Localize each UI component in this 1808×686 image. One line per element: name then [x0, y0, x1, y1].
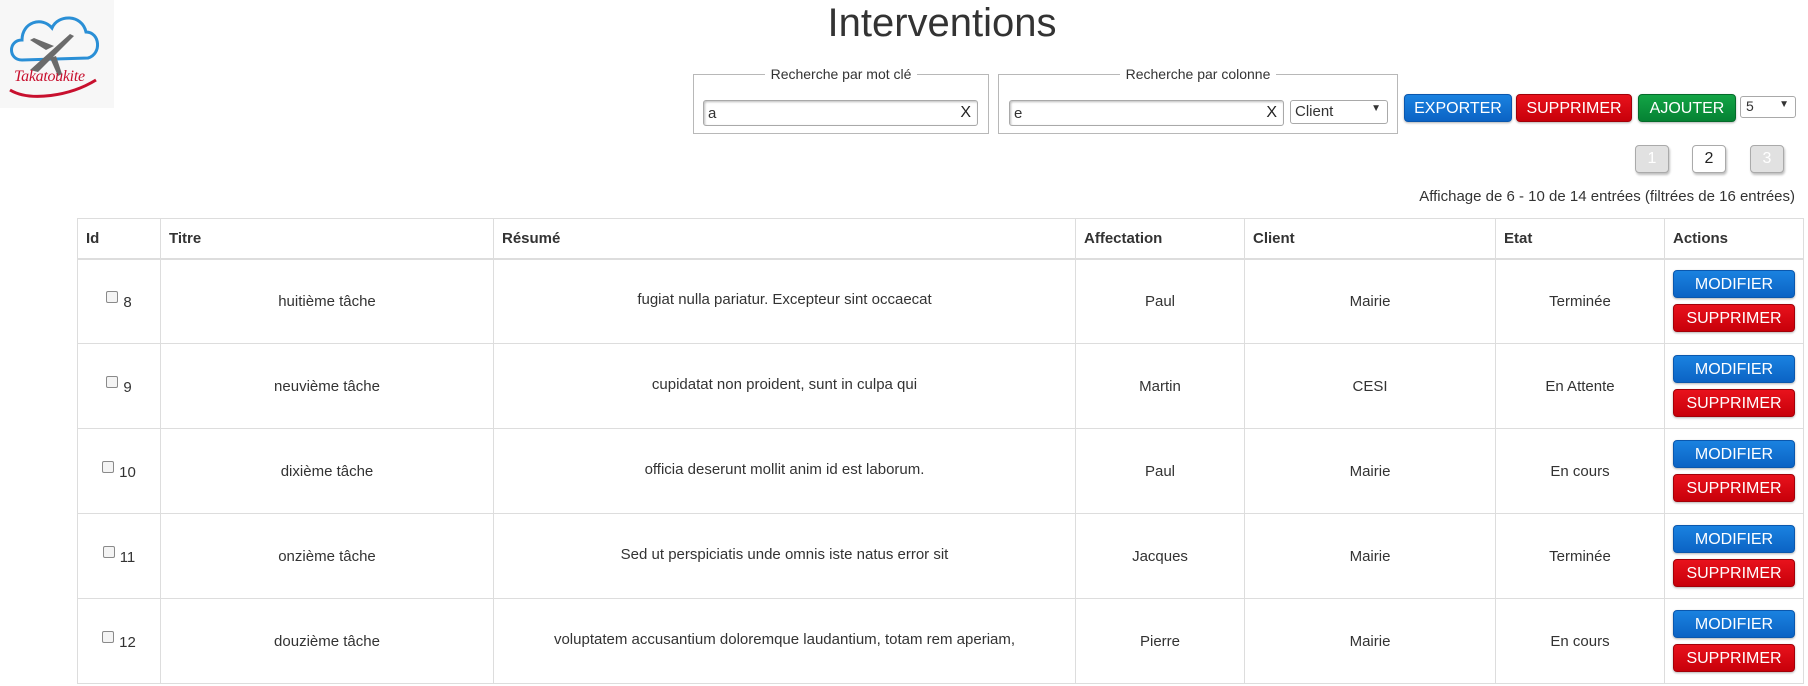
actions-cell: MODIFIER SUPPRIMER — [1664, 343, 1804, 429]
keyword-clear-button[interactable]: X — [960, 102, 971, 124]
brand-name: Takatoukite — [14, 68, 85, 85]
resume-cell: voluptatem accusantium doloremque laudan… — [493, 598, 1076, 684]
row-checkbox[interactable] — [102, 461, 115, 473]
client-cell: CESI — [1244, 343, 1496, 429]
etat-cell: En cours — [1495, 598, 1665, 684]
column-search-group: Recherche par colonne X Client ▼ — [998, 66, 1398, 134]
resume-cell: Sed ut perspiciatis unde omnis iste natu… — [493, 513, 1076, 599]
keyword-search-input[interactable] — [704, 101, 934, 125]
affectation-cell: Paul — [1075, 258, 1245, 344]
column-header-actions: Actions — [1664, 218, 1804, 260]
modify-button[interactable]: MODIFIER — [1673, 355, 1795, 383]
titre-cell: onzième tâche — [160, 513, 494, 599]
chevron-down-icon: ▼ — [1779, 99, 1789, 110]
table-row: 8 huitième tâche fugiat nulla pariatur. … — [77, 258, 1804, 344]
column-clear-button[interactable]: X — [1266, 102, 1277, 124]
column-select-value: Client — [1295, 103, 1334, 120]
row-checkbox[interactable] — [102, 546, 115, 558]
actions-cell: MODIFIER SUPPRIMER — [1664, 258, 1804, 344]
column-header-affectation[interactable]: Affectation — [1075, 218, 1245, 260]
etat-cell: Terminée — [1495, 258, 1665, 344]
row-id: 11 — [119, 549, 136, 566]
page-title: Interventions — [827, 1, 1057, 45]
actions-cell: MODIFIER SUPPRIMER — [1664, 428, 1804, 514]
keyword-search-legend: Recherche par mot clé — [770, 66, 912, 82]
row-checkbox[interactable] — [106, 291, 119, 304]
resume-cell: cupidatat non proident, sunt in culpa qu… — [493, 343, 1076, 429]
delete-row-button[interactable]: SUPPRIMER — [1673, 304, 1795, 333]
etat-cell: En cours — [1495, 428, 1665, 514]
page-button-2[interactable]: 2 — [1692, 145, 1726, 173]
titre-cell: neuvième tâche — [160, 343, 494, 429]
column-search-legend: Recherche par colonne — [1125, 66, 1271, 82]
etat-cell: En Attente — [1495, 343, 1665, 429]
id-cell: 8 — [77, 258, 161, 344]
modify-button[interactable]: MODIFIER — [1673, 270, 1795, 299]
client-cell: Mairie — [1244, 428, 1496, 514]
table-header-row: Id Titre Résumé Affectation Client Etat … — [77, 218, 1804, 260]
affectation-cell: Jacques — [1075, 513, 1245, 599]
column-header-resume[interactable]: Résumé — [493, 218, 1076, 260]
titre-cell: dixième tâche — [160, 428, 494, 514]
client-cell: Mairie — [1244, 513, 1496, 599]
id-cell: 12 — [77, 598, 161, 684]
actions-cell: MODIFIER SUPPRIMER — [1664, 598, 1804, 684]
client-cell: Mairie — [1244, 598, 1496, 684]
keyword-search-group: Recherche par mot clé X — [693, 66, 989, 134]
row-id: 12 — [119, 634, 136, 651]
chevron-down-icon: ▼ — [1371, 103, 1381, 114]
row-id: 8 — [123, 294, 132, 312]
column-search-input[interactable] — [1010, 101, 1240, 125]
delete-row-button[interactable]: SUPPRIMER — [1673, 644, 1795, 672]
actions-cell: MODIFIER SUPPRIMER — [1664, 513, 1804, 599]
column-select[interactable]: Client ▼ — [1290, 100, 1388, 124]
delete-selected-button[interactable]: SUPPRIMER — [1516, 94, 1632, 122]
table-row: 9 neuvième tâche cupidatat non proident,… — [77, 343, 1804, 429]
entries-info: Affichage de 6 - 10 de 14 entrées (filtr… — [1419, 188, 1795, 205]
column-search-field: X — [1009, 100, 1284, 126]
column-header-etat[interactable]: Etat — [1495, 218, 1665, 260]
delete-row-button[interactable]: SUPPRIMER — [1673, 389, 1795, 417]
table-row: 12 douzième tâche voluptatem accusantium… — [77, 598, 1804, 684]
titre-cell: douzième tâche — [160, 598, 494, 684]
row-checkbox[interactable] — [106, 376, 119, 388]
page-button-3[interactable]: 3 — [1750, 145, 1784, 173]
row-id: 9 — [123, 379, 132, 396]
modify-button[interactable]: MODIFIER — [1673, 440, 1795, 468]
affectation-cell: Paul — [1075, 428, 1245, 514]
page-size-value: 5 — [1746, 98, 1754, 114]
modify-button[interactable]: MODIFIER — [1673, 525, 1795, 553]
table-row: 10 dixième tâche officia deserunt mollit… — [77, 428, 1804, 514]
row-checkbox[interactable] — [102, 631, 115, 643]
modify-button[interactable]: MODIFIER — [1673, 610, 1795, 638]
add-button[interactable]: AJOUTER — [1638, 94, 1736, 122]
resume-cell: officia deserunt mollit anim id est labo… — [493, 428, 1076, 514]
resume-cell: fugiat nulla pariatur. Excepteur sint oc… — [493, 258, 1076, 344]
client-cell: Mairie — [1244, 258, 1496, 344]
column-header-client[interactable]: Client — [1244, 218, 1496, 260]
page-button-1[interactable]: 1 — [1635, 145, 1669, 173]
table-row: 11 onzième tâche Sed ut perspiciatis und… — [77, 513, 1804, 599]
id-cell: 9 — [77, 343, 161, 429]
page-size-select[interactable]: 5 ▼ — [1740, 96, 1796, 118]
interventions-table: Id Titre Résumé Affectation Client Etat … — [77, 218, 1804, 684]
column-header-titre[interactable]: Titre — [160, 218, 494, 260]
keyword-search-field: X — [703, 100, 978, 126]
delete-row-button[interactable]: SUPPRIMER — [1673, 559, 1795, 587]
affectation-cell: Pierre — [1075, 598, 1245, 684]
id-cell: 11 — [77, 513, 161, 599]
column-header-id[interactable]: Id — [77, 218, 161, 260]
affectation-cell: Martin — [1075, 343, 1245, 429]
export-button[interactable]: EXPORTER — [1404, 94, 1512, 122]
id-cell: 10 — [77, 428, 161, 514]
etat-cell: Terminée — [1495, 513, 1665, 599]
delete-row-button[interactable]: SUPPRIMER — [1673, 474, 1795, 502]
row-id: 10 — [119, 464, 136, 481]
titre-cell: huitième tâche — [160, 258, 494, 344]
